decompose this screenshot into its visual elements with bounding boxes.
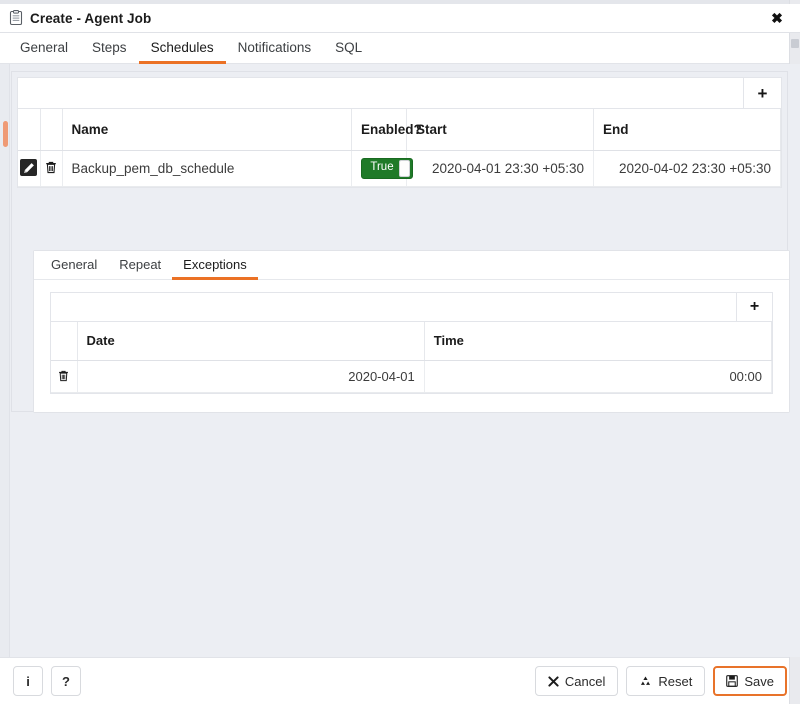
- header-delete-col: [40, 109, 63, 151]
- tab-sql[interactable]: SQL: [323, 34, 374, 64]
- schedules-grid: Name Enabled? Start End Backup_pem_db_sc…: [17, 109, 782, 188]
- cell-schedule-start[interactable]: 2020-04-01 23:30 +05:30: [406, 150, 594, 187]
- cell-schedule-enabled[interactable]: True: [351, 150, 413, 187]
- floppy-disk-icon: [726, 675, 739, 687]
- tab-notifications[interactable]: Notifications: [226, 34, 324, 64]
- create-agent-job-dialog: Create - Agent Job ✖ General Steps Sched…: [0, 0, 800, 704]
- vertical-scrollbar-track[interactable]: [0, 64, 10, 657]
- pencil-icon[interactable]: [20, 159, 38, 177]
- delete-schedule-cell[interactable]: [40, 150, 63, 187]
- schedules-grid-toolbar: +: [17, 77, 782, 109]
- dialog-footer: i ? Cancel Reset Save: [0, 657, 800, 704]
- reset-button[interactable]: Reset: [626, 666, 706, 696]
- exceptions-header-row: Date Time: [51, 322, 773, 361]
- dialog-title: Create - Agent Job: [30, 10, 152, 26]
- close-icon[interactable]: ✖: [768, 9, 786, 27]
- enabled-toggle-label: True: [370, 161, 394, 174]
- info-button[interactable]: i: [13, 666, 43, 696]
- clipboard-icon: [9, 10, 23, 26]
- main-tab-bar: General Steps Schedules Notifications SQ…: [0, 33, 800, 64]
- cell-exception-time[interactable]: 00:00: [424, 360, 773, 393]
- save-button[interactable]: Save: [713, 666, 787, 696]
- save-button-label: Save: [744, 673, 774, 689]
- header-edit-col: [18, 109, 41, 151]
- header-enabled: Enabled?: [351, 109, 422, 151]
- cell-schedule-name[interactable]: Backup_pem_db_schedule: [62, 150, 352, 187]
- trash-icon[interactable]: [55, 367, 72, 384]
- header-end: End: [593, 109, 781, 151]
- tab-steps[interactable]: Steps: [80, 34, 139, 64]
- add-schedule-button[interactable]: +: [743, 78, 781, 108]
- tab-schedules[interactable]: Schedules: [138, 34, 226, 64]
- detail-tab-bar: General Repeat Exceptions: [34, 251, 789, 280]
- close-x-icon: [548, 675, 559, 687]
- tab-detail-exceptions[interactable]: Exceptions: [172, 252, 258, 280]
- trash-icon[interactable]: [43, 159, 60, 176]
- footer-right-buttons: Cancel Reset Save: [534, 666, 787, 696]
- list-item[interactable]: 2020-04-01 00:00: [51, 360, 773, 393]
- cancel-button-label: Cancel: [564, 673, 606, 689]
- add-exception-button[interactable]: +: [736, 293, 772, 321]
- header-exception-delete-col: [51, 322, 78, 361]
- header-exception-date: Date: [77, 322, 425, 361]
- tab-detail-repeat[interactable]: Repeat: [108, 252, 172, 280]
- background-toolbar-icon-1: [791, 39, 799, 48]
- dialog-titlebar: Create - Agent Job ✖: [0, 4, 800, 33]
- help-button[interactable]: ?: [51, 666, 81, 696]
- exceptions-grid-toolbar: +: [50, 292, 773, 322]
- header-exception-time: Time: [424, 322, 773, 361]
- reset-button-label: Reset: [658, 673, 693, 689]
- cancel-button[interactable]: Cancel: [534, 666, 619, 696]
- vertical-scrollbar-thumb[interactable]: [3, 121, 8, 147]
- tab-general[interactable]: General: [8, 34, 80, 64]
- table-row[interactable]: Backup_pem_db_schedule True 2020-04-01 2…: [18, 150, 781, 187]
- cell-schedule-end[interactable]: 2020-04-02 23:30 +05:30: [593, 150, 781, 187]
- footer-left-buttons: i ?: [13, 666, 81, 696]
- delete-exception-cell[interactable]: [51, 360, 78, 393]
- edit-schedule-cell[interactable]: [18, 150, 41, 187]
- recycle-icon: [639, 675, 652, 688]
- header-name: Name: [62, 109, 352, 151]
- header-start: Start: [406, 109, 594, 151]
- schedules-header-row: Name Enabled? Start End: [18, 109, 781, 151]
- cell-exception-date[interactable]: 2020-04-01: [77, 360, 425, 393]
- exceptions-grid: Date Time 2020-04-01 00:00: [50, 322, 773, 394]
- tab-detail-general[interactable]: General: [40, 252, 108, 280]
- exceptions-content: + Date Time 2020-04-01 00:00: [34, 280, 789, 412]
- dialog-body: + Name Enabled? Start End Backup_pem_db_…: [0, 64, 800, 657]
- enabled-toggle-knob: [399, 159, 410, 177]
- enabled-toggle[interactable]: True: [361, 157, 413, 179]
- schedules-panel: + Name Enabled? Start End Backup_pem_db_…: [11, 71, 790, 413]
- schedule-detail-panel: General Repeat Exceptions + Date Time 20…: [33, 250, 790, 413]
